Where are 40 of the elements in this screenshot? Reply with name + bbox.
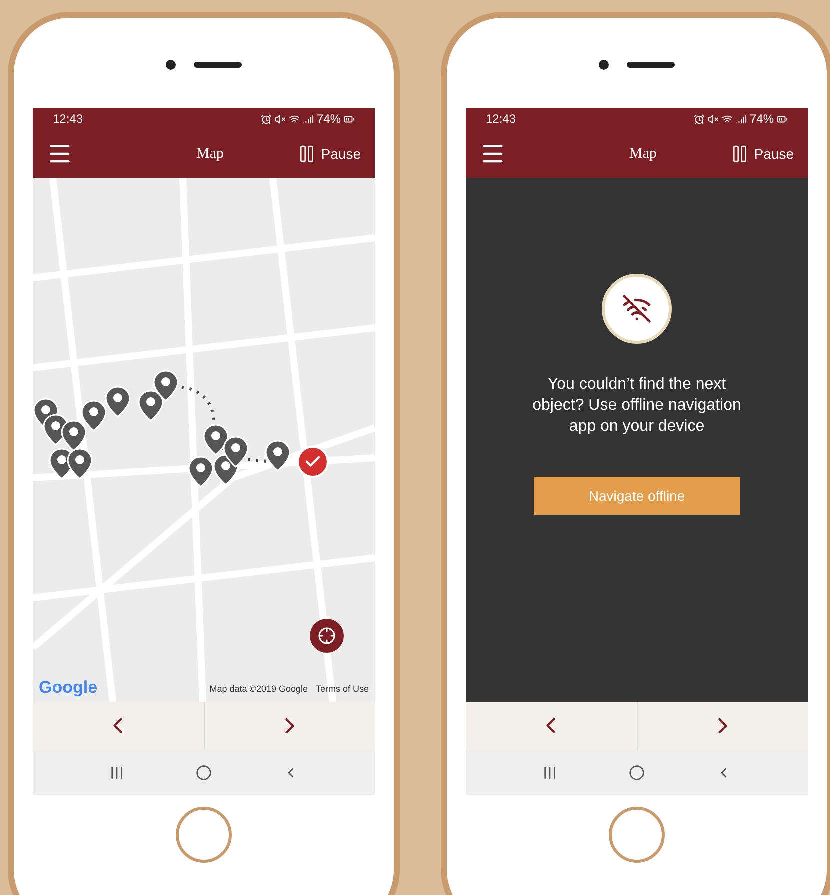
pause-button[interactable]: Pause: [297, 144, 361, 164]
map-pin-icon[interactable]: [188, 456, 214, 488]
pause-button[interactable]: Pause: [730, 144, 794, 164]
mute-icon: [274, 114, 286, 124]
mute-icon: [708, 114, 719, 124]
map-pin-icon[interactable]: [105, 386, 131, 418]
status-time: 12:43: [53, 111, 84, 128]
offline-message: You couldn’t find the next object? Use offline navigation app on your device: [532, 375, 742, 437]
battery-icon: [777, 114, 788, 124]
camera-icon: [599, 60, 609, 70]
camera-icon: [166, 60, 176, 70]
map-attribution: Map data ©2019 Google: [210, 682, 308, 696]
home-icon[interactable]: [196, 764, 212, 780]
map-pin-icon[interactable]: [265, 440, 291, 472]
battery-percent: 74%: [316, 111, 341, 128]
map-pin-icon[interactable]: [67, 448, 93, 480]
alarm-icon: [694, 114, 705, 124]
map-pin-icon[interactable]: [81, 400, 107, 432]
status-time: 12:43: [486, 111, 516, 128]
wifi-icon: [722, 114, 733, 124]
wifi-icon: [288, 114, 300, 124]
battery-icon: [344, 114, 355, 124]
map-view[interactable]: Google Map data ©2019 Google Terms of Use: [33, 178, 375, 702]
home-icon[interactable]: [628, 764, 645, 780]
recent-apps-icon[interactable]: [108, 764, 125, 780]
speaker-icon: [194, 62, 242, 68]
crosshair-icon: [318, 627, 336, 645]
speaker-icon: [627, 62, 675, 68]
check-marker-icon[interactable]: [297, 446, 329, 478]
battery-percent: 74%: [750, 111, 774, 128]
recent-apps-icon[interactable]: [542, 764, 558, 780]
header-title: Map: [196, 144, 224, 164]
alarm-icon: [260, 114, 272, 124]
terms-link[interactable]: Terms of Use: [316, 682, 369, 696]
map-pin-icon[interactable]: [153, 370, 179, 402]
map-pin-icon[interactable]: [223, 436, 249, 468]
map-pin-icon[interactable]: [138, 390, 164, 422]
header-title: Map: [629, 144, 657, 164]
my-location-button[interactable]: [310, 619, 344, 653]
map-logo: Google: [39, 676, 98, 699]
